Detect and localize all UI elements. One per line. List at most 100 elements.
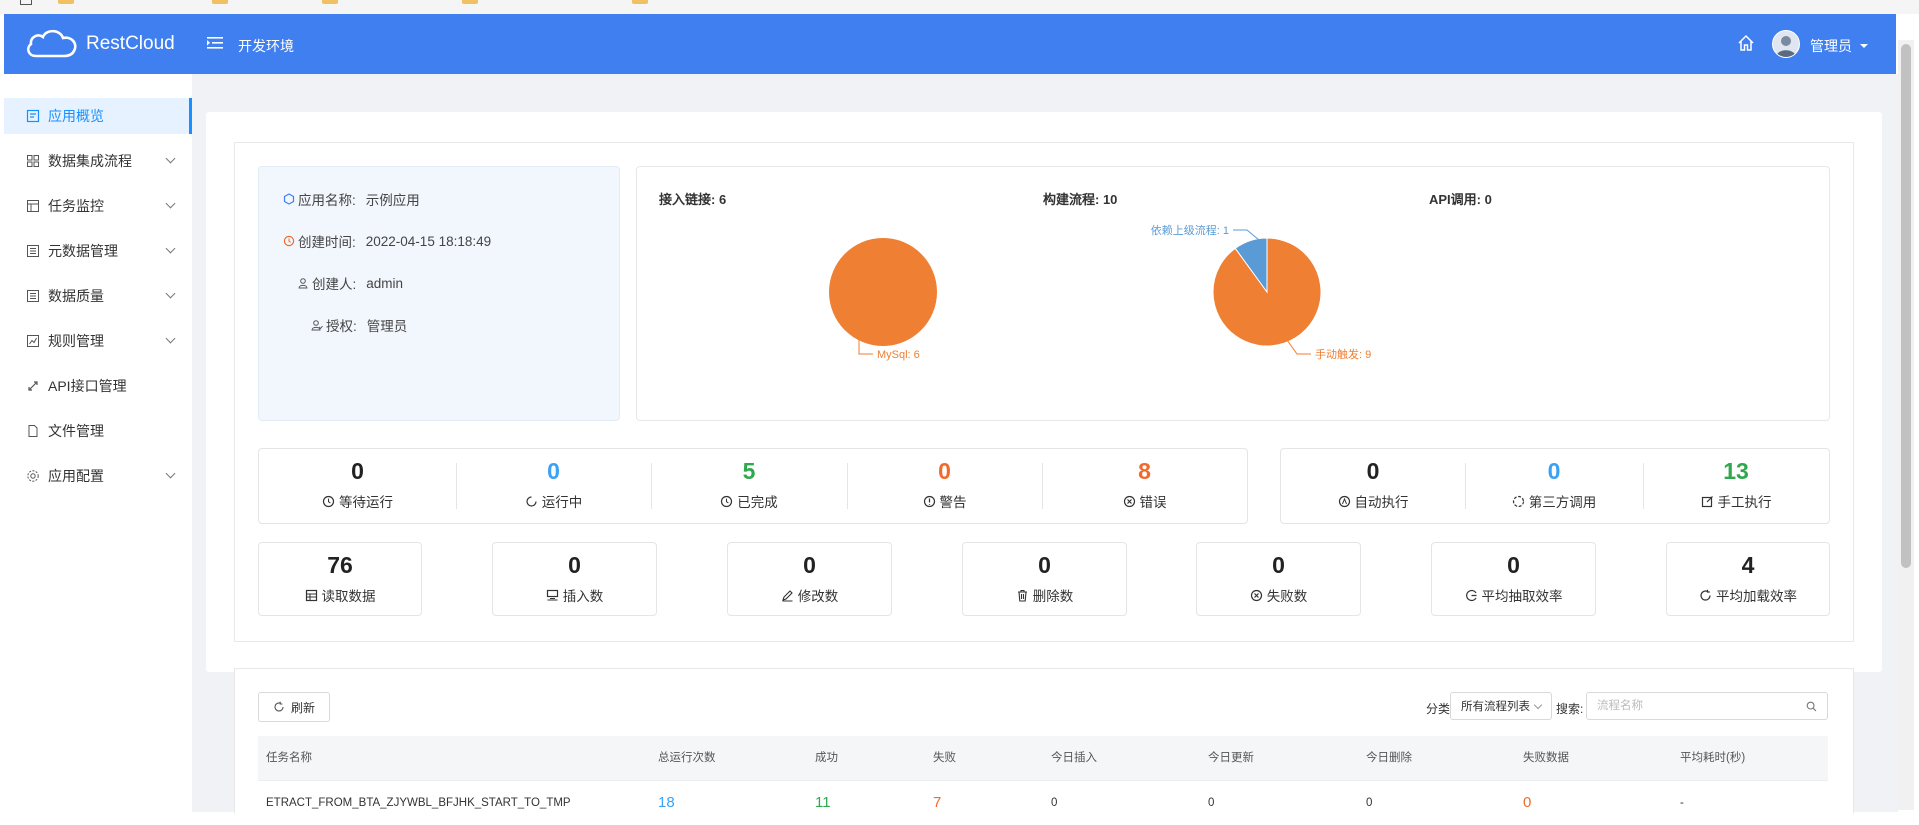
today-insert-cell: 0 — [1051, 797, 1058, 809]
home-icon[interactable] — [1737, 34, 1755, 52]
app-icon — [283, 193, 295, 205]
charts-panel: 接入链接: 6 构建流程: 10 API调用: 0 MySql: 6 手动触发: … — [636, 166, 1830, 421]
sidebar-item-metadata[interactable]: 元数据管理 — [4, 233, 192, 269]
stat-label: 警告 — [923, 491, 967, 511]
bookmark-folder-icon[interactable] — [322, 0, 338, 4]
creator-row: 创建人: admin — [297, 273, 403, 293]
logo[interactable]: RestCloud — [22, 26, 175, 62]
stat-waiting[interactable]: 0 等待运行 — [259, 457, 456, 513]
metric-value: 0 — [568, 552, 581, 578]
task-name-cell[interactable]: ETRACT_FROM_BTA_ZJYWBL_BFJHK_START_TO_TM… — [266, 781, 571, 825]
bookmark-folder-icon[interactable] — [462, 0, 478, 4]
sidebar-item-overview[interactable]: 应用概览 — [4, 98, 192, 134]
metric-label: 删除数 — [1016, 585, 1073, 605]
metric-fail[interactable]: 0 失败数 — [1196, 542, 1361, 616]
sidebar-item-api[interactable]: API接口管理 — [4, 368, 192, 404]
stat-completed[interactable]: 5 已完成 — [651, 457, 847, 513]
col-fail[interactable]: 失败 — [933, 736, 956, 780]
cloud-logo-icon — [26, 29, 77, 58]
metric-value: 0 — [1038, 552, 1051, 578]
stat-value: 13 — [1723, 458, 1749, 484]
load-icon — [1700, 589, 1711, 601]
metric-value: 0 — [1507, 552, 1520, 578]
col-fail-data[interactable]: 失败数据 — [1523, 736, 1569, 780]
search-box[interactable] — [1586, 692, 1828, 720]
metric-avg-extract[interactable]: 0 平均抽取效率 — [1431, 542, 1596, 616]
col-success[interactable]: 成功 — [815, 736, 838, 780]
avatar[interactable] — [1772, 30, 1800, 58]
fail-data-cell[interactable]: 0 — [1523, 781, 1531, 825]
today-delete-cell: 0 — [1366, 797, 1373, 809]
insert-icon — [546, 589, 558, 600]
metric-delete[interactable]: 0 删除数 — [962, 542, 1127, 616]
stat-running[interactable]: 0 运行中 — [456, 457, 651, 513]
bookmark-folder-icon[interactable] — [632, 0, 648, 4]
app-info-box: 应用名称: 示例应用 创建时间: 2022-04-15 18:18:49 创建人… — [258, 166, 620, 421]
user-menu[interactable]: 管理员 — [1810, 36, 1852, 56]
metric-label: 平均抽取效率 — [1465, 585, 1563, 605]
created-time-row: 创建时间: 2022-04-15 18:18:49 — [283, 231, 491, 251]
metric-modify[interactable]: 0 修改数 — [727, 542, 892, 616]
fail-cell[interactable]: 7 — [933, 781, 941, 825]
metric-avg-load[interactable]: 4 平均加载效率 — [1666, 542, 1830, 616]
metric-value: 76 — [327, 552, 353, 578]
today-update-cell: 0 — [1208, 797, 1215, 809]
search-input[interactable] — [1595, 693, 1799, 719]
monitor-icon — [27, 200, 39, 212]
table-row[interactable]: ETRACT_FROM_BTA_ZJYWBL_BFJHK_START_TO_TM… — [258, 780, 1828, 813]
creator-label: 创建人: — [312, 277, 357, 292]
metric-insert[interactable]: 0 插入数 — [492, 542, 657, 616]
pie-slice[interactable] — [829, 238, 937, 346]
sidebar-item-app-config[interactable]: 应用配置 — [4, 458, 192, 494]
metric-content: 76 读取数据 — [259, 551, 421, 607]
loading-icon — [526, 495, 537, 507]
stat-manual-exec[interactable]: 13 手工执行 — [1643, 457, 1829, 513]
sidebar-item-data-quality[interactable]: 数据质量 — [4, 278, 192, 314]
metric-content: 4 平均加载效率 — [1667, 551, 1829, 607]
refresh-icon — [274, 701, 284, 712]
bookmark-folder-icon[interactable] — [212, 0, 228, 4]
success-cell[interactable]: 11 — [815, 781, 831, 825]
page-scrollbar[interactable] — [1898, 40, 1914, 810]
col-avg-time[interactable]: 平均耗时(秒) — [1680, 736, 1745, 780]
col-total-runs[interactable]: 总运行次数 — [658, 736, 716, 780]
metadata-icon — [27, 245, 39, 257]
col-task-name[interactable]: 任务名称 — [266, 736, 312, 780]
category-select[interactable]: 所有流程列表 — [1450, 692, 1552, 720]
sidebar-item-rules[interactable]: 规则管理 — [4, 323, 192, 359]
stat-error[interactable]: 8 错误 — [1042, 457, 1247, 513]
menu-fold-icon[interactable] — [206, 34, 224, 52]
refresh-button[interactable]: 刷新 — [258, 692, 330, 722]
col-today-insert[interactable]: 今日插入 — [1051, 736, 1097, 780]
browser-tab-strip — [0, 0, 1919, 14]
api-icon — [28, 381, 38, 391]
stat-label: 手工执行 — [1701, 491, 1772, 511]
quality-icon — [27, 290, 39, 302]
stat-third-party[interactable]: 0 第三方调用 — [1465, 457, 1643, 513]
clock-icon — [721, 495, 733, 507]
sidebar-item-integration-flow[interactable]: 数据集成流程 — [4, 143, 192, 179]
bookmark-folder-icon[interactable] — [58, 0, 74, 4]
col-today-delete[interactable]: 今日删除 — [1366, 736, 1412, 780]
environment-label[interactable]: 开发环境 — [238, 36, 294, 56]
metric-read[interactable]: 76 读取数据 — [258, 542, 422, 616]
scrollbar-thumb[interactable] — [1901, 44, 1911, 568]
stat-value: 5 — [742, 458, 756, 484]
slice-label: 手动触发: 9 — [1315, 347, 1371, 361]
sidebar-item-task-monitor[interactable]: 任务监控 — [4, 188, 192, 224]
sidebar: 应用概览 数据集成流程 任务监控 元数据管理 数据质量 规则管理 API接口管理… — [4, 74, 193, 500]
sidebar-item-label: 元数据管理 — [48, 243, 118, 259]
caret-down-icon[interactable] — [1860, 44, 1868, 48]
metric-value: 0 — [1272, 552, 1285, 578]
metric-label: 平均加载效率 — [1699, 585, 1797, 605]
stat-value: 8 — [1138, 458, 1151, 484]
stat-auto-exec[interactable]: 0 自动执行 — [1281, 457, 1465, 513]
app-name-row: 应用名称: 示例应用 — [283, 189, 420, 209]
metric-label: 插入数 — [546, 585, 603, 605]
sidebar-item-label: API接口管理 — [48, 378, 127, 394]
sidebar-item-files[interactable]: 文件管理 — [4, 413, 192, 449]
stat-warning[interactable]: 0 警告 — [847, 457, 1042, 513]
col-today-update[interactable]: 今日更新 — [1208, 736, 1254, 780]
total-runs-cell[interactable]: 18 — [658, 781, 675, 825]
search-icon[interactable] — [1806, 701, 1817, 712]
